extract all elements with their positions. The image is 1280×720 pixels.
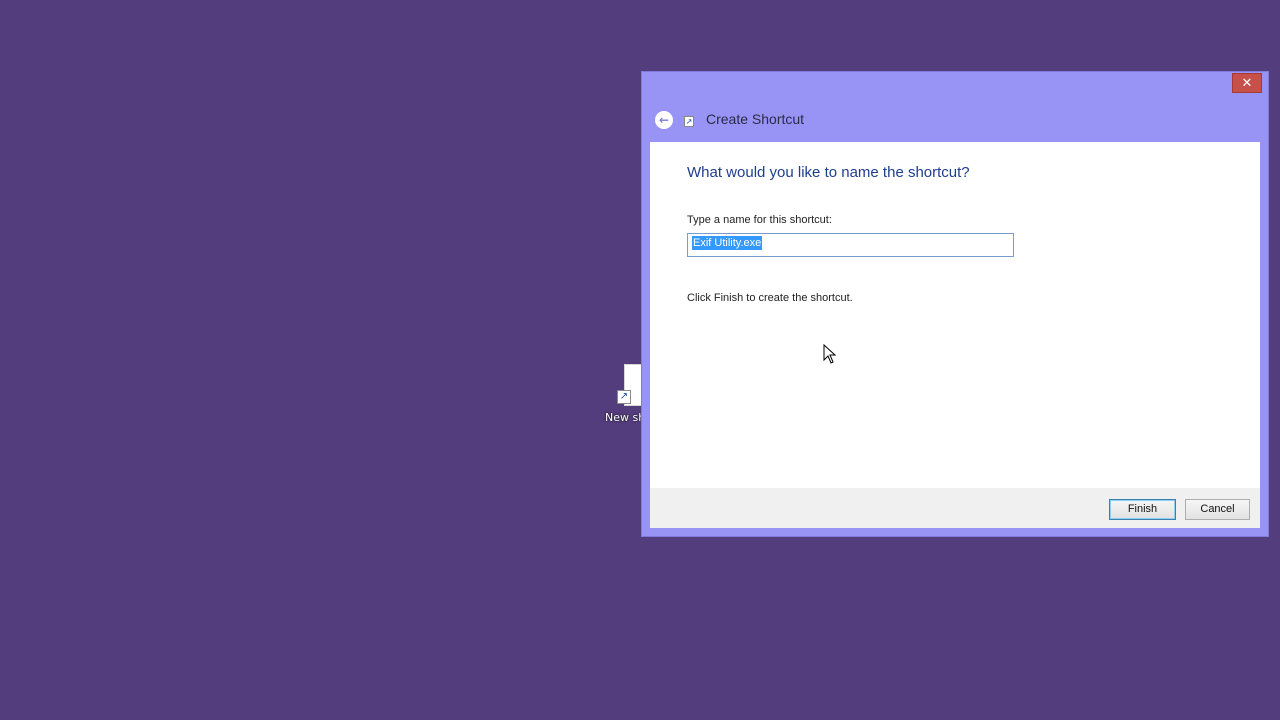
shortcut-name-label: Type a name for this shortcut: xyxy=(687,214,832,226)
create-shortcut-dialog: ✕ ← ↗ Create Shortcut What would you lik… xyxy=(641,71,1269,537)
finish-button[interactable]: Finish xyxy=(1109,499,1176,520)
cancel-button[interactable]: Cancel xyxy=(1185,499,1250,520)
shortcut-arrow-icon: ↗ xyxy=(617,390,631,404)
mouse-cursor-icon xyxy=(823,344,837,364)
dialog-footer: Finish Cancel xyxy=(650,488,1260,528)
shortcut-name-input[interactable]: Exif Utility.exe xyxy=(687,233,1014,257)
close-button[interactable]: ✕ xyxy=(1232,73,1262,93)
selected-text: Exif Utility.exe xyxy=(692,236,763,250)
shortcut-title-icon: ↗ xyxy=(684,116,694,127)
back-arrow-icon[interactable]: ← xyxy=(655,111,673,129)
dialog-title: Create Shortcut xyxy=(706,111,805,127)
dialog-content: What would you like to name the shortcut… xyxy=(650,142,1260,488)
finish-instruction: Click Finish to create the shortcut. xyxy=(687,292,853,304)
dialog-heading: What would you like to name the shortcut… xyxy=(687,164,970,181)
